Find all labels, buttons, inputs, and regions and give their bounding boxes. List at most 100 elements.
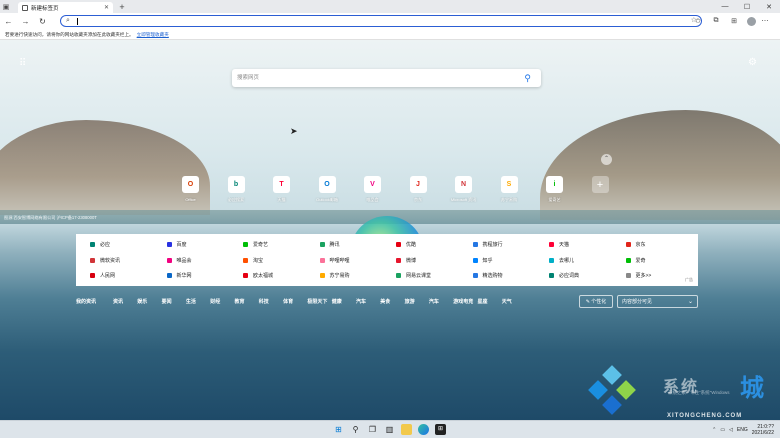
news-category-tab[interactable]: 生活 [186, 295, 196, 310]
edge-taskbar-icon[interactable] [418, 424, 429, 435]
search-submit-icon[interactable]: ⚲ [524, 69, 531, 87]
news-category-tab[interactable]: 体育 [283, 295, 293, 310]
site-link[interactable]: 爱奇艺 [243, 237, 268, 252]
quick-link[interactable]: O Outlook邮箱 [305, 176, 350, 203]
news-category-tab[interactable]: 星座 [478, 295, 488, 310]
site-link[interactable]: 哔哩哔哩 [319, 253, 350, 268]
start-windows-icon[interactable]: ⊞ [333, 424, 344, 435]
quick-link-icon: b [227, 176, 245, 193]
news-category-tab[interactable]: 资讯 [113, 295, 123, 310]
site-link[interactable]: 微软资讯 [90, 253, 120, 268]
quick-link[interactable]: V 唯品会 [350, 176, 395, 203]
quick-link-icon: J [409, 176, 427, 193]
content-visibility-dropdown[interactable]: 内容部分可见 ⌄ [617, 295, 698, 308]
site-link[interactable]: 腾讯 [319, 237, 340, 252]
app-launcher-icon[interactable]: ⠿ [19, 58, 26, 69]
quick-link[interactable]: N Microsoft 资讯 [441, 176, 486, 203]
news-category-tab[interactable]: 美食 [380, 295, 390, 310]
site-link[interactable]: 必应 [90, 237, 110, 252]
news-category-tab[interactable]: 旅游 [405, 295, 415, 310]
news-category-tab[interactable]: 游戏电竞 [453, 295, 473, 310]
site-link[interactable]: 人民网 [90, 268, 115, 283]
refresh-icon[interactable]: ↻ [34, 13, 51, 29]
back-arrow-icon[interactable]: ← [0, 13, 17, 29]
site-link[interactable]: 携程旅行 [472, 237, 503, 252]
taskbar-search-icon[interactable]: ⚲ [350, 424, 361, 435]
personalize-button[interactable]: ✎ 个性化 [579, 295, 613, 308]
forward-arrow-icon[interactable]: → [17, 13, 34, 29]
store-icon[interactable]: ⊞ [435, 424, 446, 435]
news-category-tab[interactable]: 天气 [502, 295, 512, 310]
news-category-tab[interactable]: 汽车 [356, 295, 366, 310]
quick-link[interactable]: S 苏宁易购 [487, 176, 532, 203]
news-category-tab[interactable]: 我的资讯 [76, 295, 96, 310]
photo-credit: 图源:西安智博网络有限公司 沪ICP备17-2308000T [4, 215, 97, 220]
tab-new-tab[interactable]: 新建标签页 ✕ [18, 2, 113, 13]
new-tab-button[interactable]: + [116, 2, 128, 13]
news-category-tab[interactable]: 娱乐 [137, 295, 147, 310]
site-favicon-icon [472, 242, 478, 247]
site-link[interactable]: 唯品会 [166, 253, 192, 268]
site-link[interactable]: 精选购物 [472, 268, 503, 283]
quick-link[interactable]: T 天猫 [259, 176, 304, 203]
news-category-tab[interactable]: 教育 [235, 295, 245, 310]
address-bar[interactable]: ⌕ ☆ [60, 15, 702, 27]
favorites-icon[interactable]: ✩ [689, 17, 707, 25]
add-quick-link-button[interactable]: + [578, 176, 623, 193]
maximize-button[interactable]: ☐ [736, 0, 758, 13]
news-category-tab[interactable]: 财经 [210, 295, 220, 310]
quick-link-icon: O [318, 176, 336, 193]
page-settings-gear-icon[interactable]: ⚙ [748, 57, 757, 68]
widgets-icon[interactable]: ▥ [384, 424, 395, 435]
tab-close-icon[interactable]: ✕ [104, 4, 109, 11]
web-search-box[interactable]: 搜索网页 ⚲ [232, 69, 541, 87]
quick-link[interactable]: b 必应搜索 [214, 176, 259, 203]
profile-avatar[interactable] [747, 16, 756, 26]
site-link[interactable]: 网易云课堂 [396, 268, 431, 283]
collections-icon[interactable]: ⧉ [707, 17, 725, 25]
close-window-button[interactable]: ✕ [758, 0, 780, 13]
quick-link[interactable]: J 京东 [396, 176, 441, 203]
volume-icon[interactable]: ◁ [729, 427, 733, 433]
manage-favorites-link[interactable]: 立即管理收藏夹 [137, 32, 169, 37]
clock-date: 2021/6/22 [751, 429, 774, 436]
file-explorer-icon[interactable] [401, 424, 412, 435]
task-view-icon[interactable]: ❐ [367, 424, 378, 435]
collapse-links-button[interactable]: ⌃ [601, 154, 612, 165]
quick-link[interactable]: i 爱奇艺 [532, 176, 577, 203]
site-link-label: 爱奇 [635, 257, 646, 264]
site-link[interactable]: 新华网 [166, 268, 192, 283]
clock[interactable]: 21:0:?? 2021/6/22 [752, 424, 774, 436]
site-link[interactable]: 苏宁易购 [319, 268, 350, 283]
tray-chevron-icon[interactable]: ⌃ [712, 427, 716, 433]
site-link[interactable]: 更多>> [625, 268, 651, 283]
search-placeholder: 搜索网页 [237, 75, 260, 81]
more-menu-icon[interactable]: ⋯ [756, 17, 774, 25]
news-category-tab[interactable]: 要闻 [162, 295, 172, 310]
minimize-button[interactable]: — [714, 0, 736, 13]
site-link[interactable]: 天猫 [549, 237, 569, 252]
quick-link[interactable]: O Office [168, 176, 213, 202]
tab-actions-icon[interactable]: ▣ [0, 0, 12, 13]
site-link[interactable]: 京东 [625, 237, 646, 252]
news-category-tab[interactable]: 汽车 [429, 295, 439, 310]
site-link[interactable]: 爱奇 [625, 253, 646, 268]
quick-link-label: Outlook邮箱 [316, 197, 338, 202]
site-link[interactable]: 淘宝 [243, 253, 263, 268]
site-link[interactable]: 去哪儿 [549, 253, 574, 268]
site-link[interactable]: 欧太福城 [243, 268, 273, 283]
site-favicon-icon [319, 257, 325, 263]
site-link-label: 京东 [635, 242, 646, 248]
site-link[interactable]: 优酷 [396, 237, 416, 252]
site-link[interactable]: 必应词典 [549, 268, 579, 283]
news-category-tab[interactable]: 健康 [332, 295, 342, 310]
input-language[interactable]: ENG [737, 427, 748, 433]
network-icon[interactable]: ▭ [720, 427, 725, 433]
news-category-tab[interactable]: 极限天下 [307, 295, 327, 310]
site-link[interactable]: 百度 [166, 237, 187, 252]
site-favicon-icon [396, 242, 401, 247]
news-category-tab[interactable]: 科技 [259, 295, 269, 310]
site-link[interactable]: 知乎 [472, 253, 493, 268]
site-link[interactable]: 微博 [396, 253, 416, 268]
extensions-icon[interactable]: ⊞ [725, 17, 743, 25]
